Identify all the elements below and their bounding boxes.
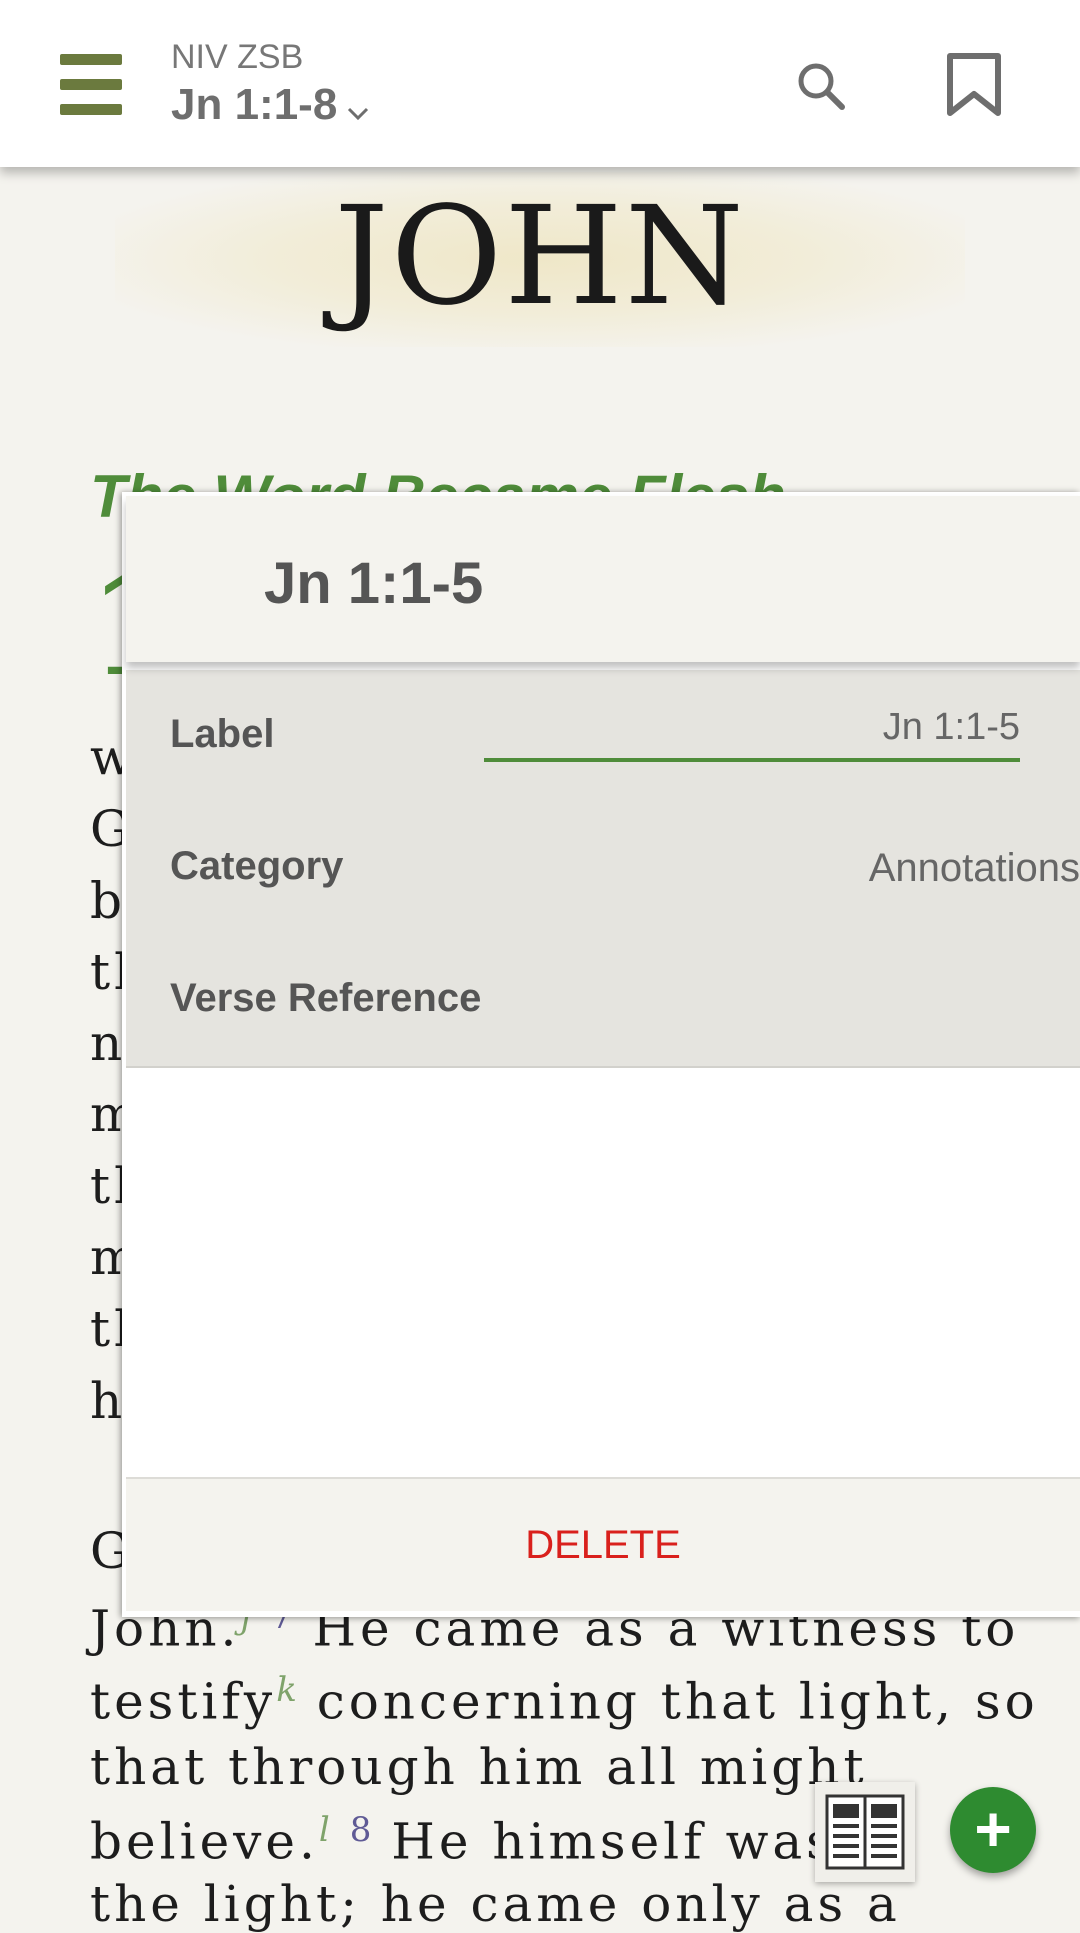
verse-number: 8 [349,1810,372,1850]
passage-reference-selector[interactable]: Jn 1:1-8 [171,80,369,132]
top-app-bar: NIV ZSB Jn 1:1-8 [0,0,1080,167]
category-row[interactable]: Category Annotations [126,802,1080,936]
verse-text-line: b [90,872,127,930]
label-input[interactable] [484,696,1020,762]
add-button[interactable]: + [950,1787,1036,1873]
bible-version-label: NIV ZSB [171,38,304,76]
notes-icon[interactable] [815,1782,915,1882]
verse-reference-label: Verse Reference [170,976,482,1020]
label-field-label: Label [170,712,275,756]
verse-text-line: that through him all might [90,1738,868,1796]
delete-button[interactable]: DELETE [126,1479,1080,1611]
plus-icon: + [974,1793,1012,1865]
label-row: Label [126,670,1080,804]
chevron-down-icon [347,82,369,132]
footnote-marker[interactable]: k [276,1670,297,1710]
verse-text-line: n [90,1014,127,1072]
passage-reference-text: Jn 1:1-8 [171,80,338,129]
footnote-marker[interactable]: l [319,1810,330,1850]
category-field-label: Category [170,844,344,888]
verse-text-line: the light; he came only as a [90,1875,901,1933]
verse-reference-row[interactable]: Verse Reference [126,934,1080,1068]
verse-text-line: believe.l 8 He himself was n [90,1810,892,1871]
verse-text-line: testifyk concerning that light, so [90,1670,1039,1731]
dialog-header: Jn 1:1-5 [126,496,1080,662]
verse-text-line: h [90,1372,127,1430]
search-icon[interactable] [795,60,847,112]
annotation-dialog: Jn 1:1-5 Label Category Annotations Vers… [122,492,1080,1617]
category-value[interactable]: Annotations [869,846,1080,891]
bookmark-icon[interactable] [945,53,1003,117]
dialog-title: Jn 1:1-5 [264,551,484,616]
hamburger-menu-icon[interactable] [60,54,122,116]
book-title: JOHN [334,178,746,336]
dialog-footer: DELETE [126,1477,1080,1611]
